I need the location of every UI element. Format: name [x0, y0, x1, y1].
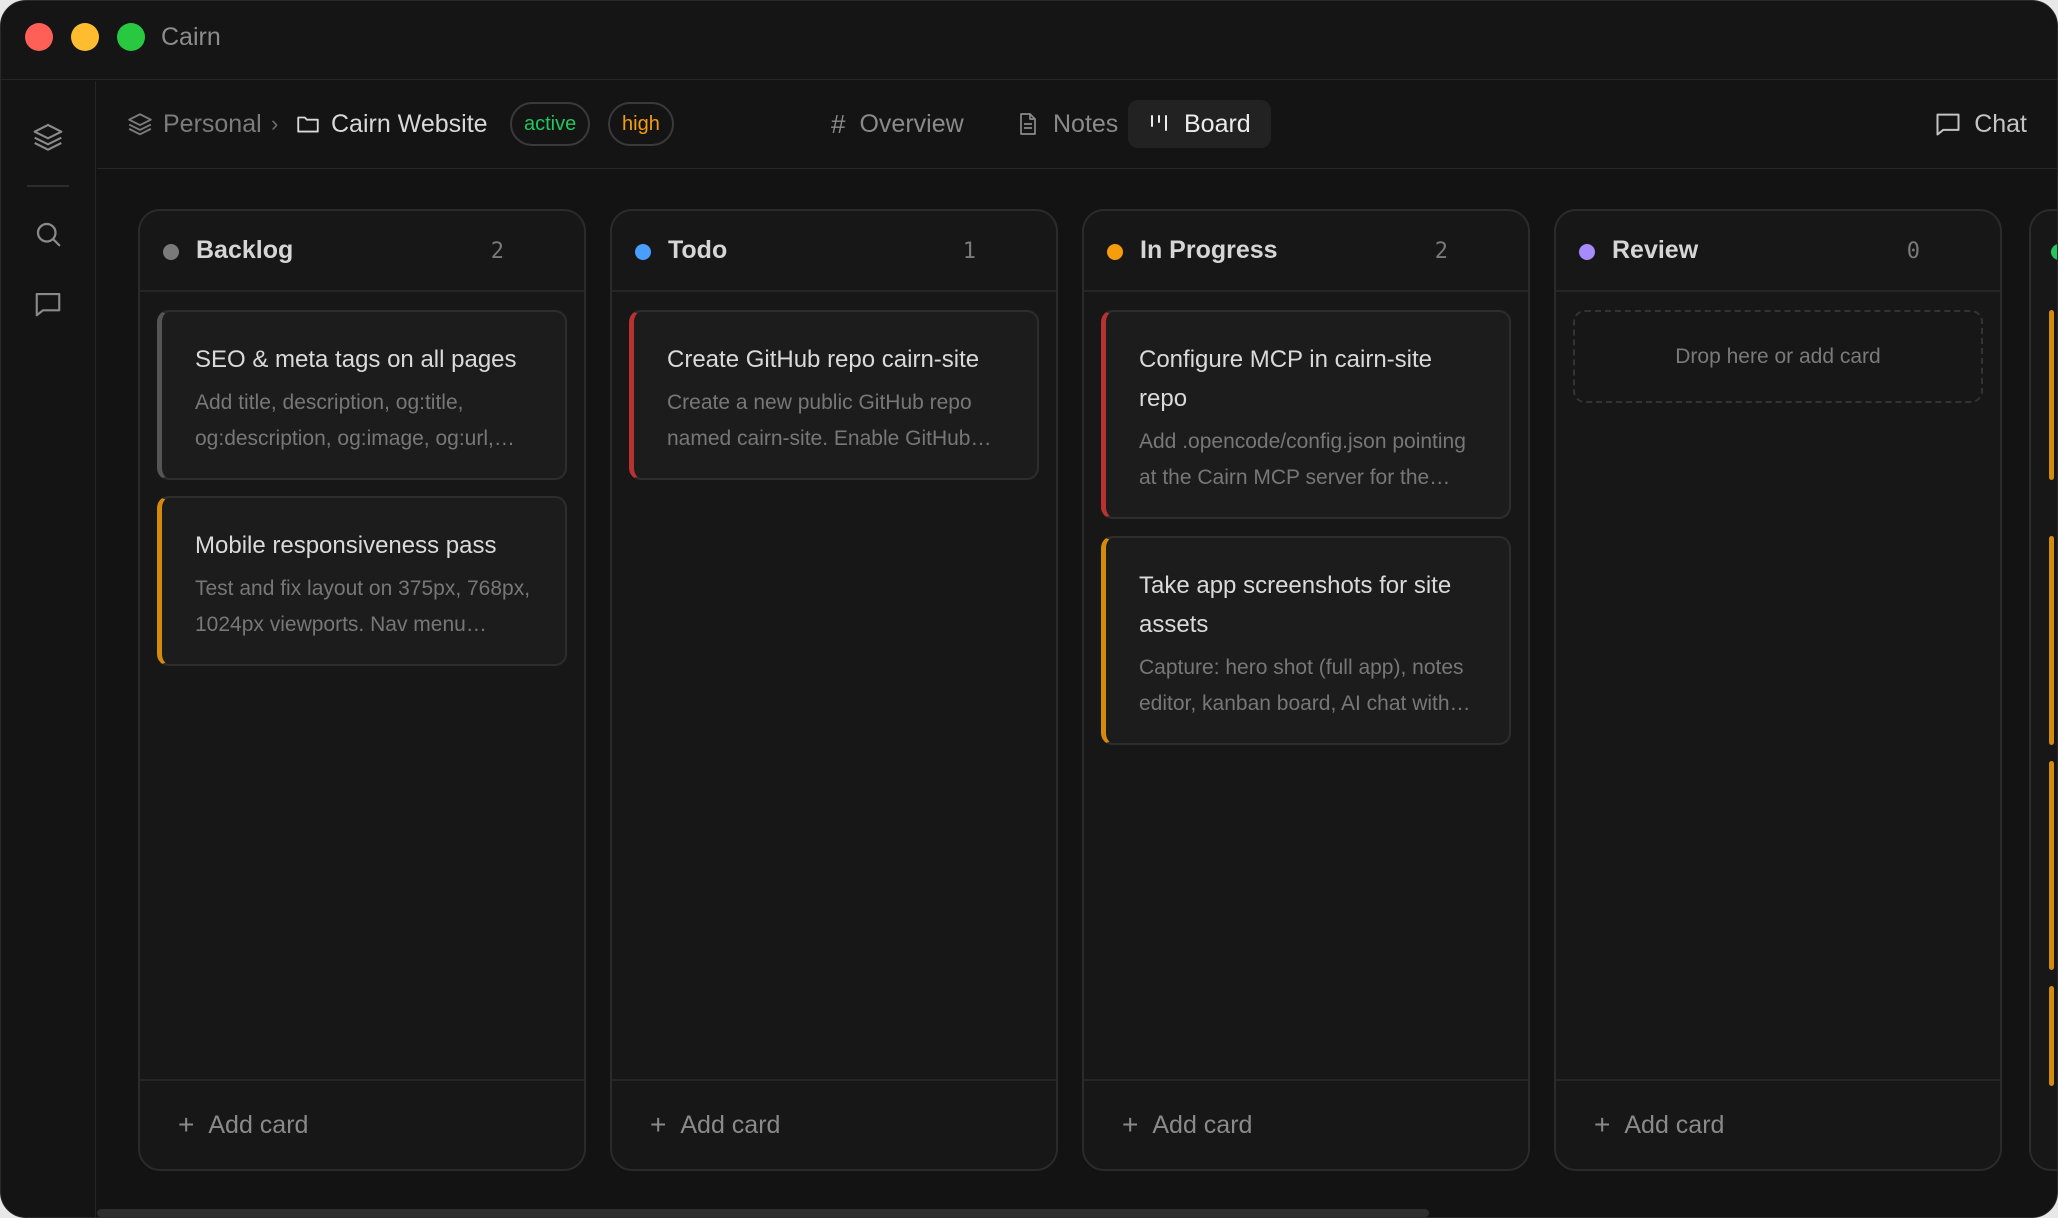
layers-icon: [33, 123, 63, 151]
tab-notes-label: Notes: [1053, 109, 1119, 138]
column-partial: [2029, 209, 2057, 1171]
hash-icon: #: [831, 108, 846, 139]
breadcrumb-workspace[interactable]: Personal: [127, 107, 262, 141]
priority-badge[interactable]: high: [608, 102, 674, 146]
tab-board[interactable]: Board: [1128, 100, 1271, 148]
task-card[interactable]: Mobile responsiveness pass Test and fix …: [157, 496, 567, 666]
column-title: Review: [1612, 236, 1699, 264]
column-status-dot: [2051, 244, 2057, 260]
column-title: Todo: [668, 236, 728, 264]
minimize-window-button[interactable]: [71, 23, 99, 51]
card-description: Create a new public GitHub repo named ca…: [667, 391, 972, 450]
breadcrumb-project[interactable]: Cairn Website: [295, 107, 488, 141]
tab-overview-label: Overview: [859, 109, 964, 138]
column-status-dot: [1579, 244, 1595, 260]
folder-icon: [297, 116, 319, 133]
column-status-dot: [635, 244, 651, 260]
status-badge[interactable]: active: [510, 102, 591, 146]
breadcrumb-project-label: Cairn Website: [331, 109, 488, 138]
card-description: Capture: hero shot (full app), notes edi…: [1139, 656, 1464, 715]
column-header: Todo 1: [612, 211, 1056, 292]
column-header: Review 0: [1556, 211, 2000, 292]
add-card-label: Add card: [680, 1110, 781, 1139]
plus-icon: +: [1122, 1109, 1139, 1140]
tab-overview[interactable]: # Overview: [811, 100, 984, 148]
card-title: Create GitHub repo cairn-site: [667, 346, 980, 373]
column-in-progress: In Progress 2 Configure MCP in cairn-sit…: [1082, 209, 1530, 1171]
card-edge[interactable]: [2049, 536, 2054, 745]
add-card-button[interactable]: + Add card: [178, 1109, 308, 1141]
card-dropzone[interactable]: Drop here or add card: [1573, 310, 1983, 403]
column-footer: + Add card: [612, 1079, 1056, 1169]
workspaces-button[interactable]: [29, 118, 67, 156]
add-card-button[interactable]: + Add card: [1122, 1109, 1252, 1141]
card-title: Mobile responsiveness pass: [195, 532, 497, 559]
add-card-button[interactable]: + Add card: [650, 1109, 780, 1141]
plus-icon: +: [1594, 1109, 1611, 1140]
sidebar-rail: [1, 81, 96, 1217]
add-card-button[interactable]: + Add card: [1594, 1109, 1724, 1141]
add-card-label: Add card: [1152, 1110, 1253, 1139]
column-header: In Progress 2: [1084, 211, 1528, 292]
column-count: 0: [1906, 239, 1920, 264]
column-title: Backlog: [196, 236, 294, 264]
column-status-dot: [1107, 244, 1123, 260]
layers-icon: [128, 113, 152, 136]
project-header: Personal › Cairn Website active high # O…: [97, 81, 2057, 169]
kanban-board: Backlog 2 SEO & meta tags on all pages A…: [97, 170, 2057, 1217]
chevron-right-icon: ›: [271, 111, 279, 136]
chat-rail-button[interactable]: [29, 285, 67, 323]
kanban-icon: [1151, 115, 1167, 131]
horizontal-scrollbar[interactable]: [97, 1209, 1429, 1217]
task-card[interactable]: Create GitHub repo cairn-site Create a n…: [629, 310, 1039, 480]
add-card-label: Add card: [1624, 1110, 1725, 1139]
column-review: Review 0 Drop here or add card + Add car…: [1554, 209, 2002, 1171]
card-edge[interactable]: [2049, 986, 2054, 1086]
card-title: Take app screenshots for site assets: [1139, 572, 1452, 638]
search-icon: [36, 222, 61, 247]
column-count: 2: [1434, 239, 1448, 264]
chat-button-label: Chat: [1974, 109, 2027, 138]
zoom-window-button[interactable]: [117, 23, 145, 51]
column-title: In Progress: [1140, 236, 1278, 264]
document-icon: [1020, 113, 1036, 135]
card-edge[interactable]: [2049, 761, 2054, 970]
card-description: Add .opencode/config.json pointing at th…: [1139, 430, 1466, 489]
app-window: Cairn Personal › Cairn Website active hi…: [0, 0, 2058, 1218]
message-icon: [1936, 113, 1960, 136]
card-title: Configure MCP in cairn-site repo: [1139, 346, 1433, 412]
message-icon: [35, 292, 61, 317]
close-window-button[interactable]: [25, 23, 53, 51]
column-header: Backlog 2: [140, 211, 584, 292]
column-count: 2: [490, 239, 504, 264]
column-footer: + Add card: [140, 1079, 584, 1169]
title-bar: Cairn: [1, 1, 2057, 80]
column-status-dot: [163, 244, 179, 260]
card-title: SEO & meta tags on all pages: [195, 346, 517, 373]
plus-icon: +: [650, 1109, 667, 1140]
column-footer: + Add card: [1084, 1079, 1528, 1169]
tab-notes[interactable]: Notes: [997, 100, 1138, 148]
task-card[interactable]: SEO & meta tags on all pages Add title, …: [157, 310, 567, 480]
card-edge[interactable]: [2049, 310, 2054, 480]
card-description: Add title, description, og:title, og:des…: [195, 391, 494, 450]
column-backlog: Backlog 2 SEO & meta tags on all pages A…: [138, 209, 586, 1171]
column-todo: Todo 1 Create GitHub repo cairn-site Cre…: [610, 209, 1058, 1171]
column-footer: + Add card: [1556, 1079, 2000, 1169]
app-title: Cairn: [161, 23, 221, 51]
search-button[interactable]: [29, 215, 67, 253]
task-card[interactable]: Configure MCP in cairn-site repo Add .op…: [1101, 310, 1511, 519]
tab-board-label: Board: [1184, 109, 1251, 138]
plus-icon: +: [178, 1109, 195, 1140]
card-description: Test and fix layout on 375px, 768px, 102…: [195, 577, 531, 636]
task-card[interactable]: Take app screenshots for site assets Cap…: [1101, 536, 1511, 745]
rail-divider: [27, 185, 69, 187]
chat-button[interactable]: Chat: [1934, 100, 2027, 148]
breadcrumb-workspace-label: Personal: [163, 109, 262, 138]
column-count: 1: [962, 239, 976, 264]
add-card-label: Add card: [208, 1110, 309, 1139]
